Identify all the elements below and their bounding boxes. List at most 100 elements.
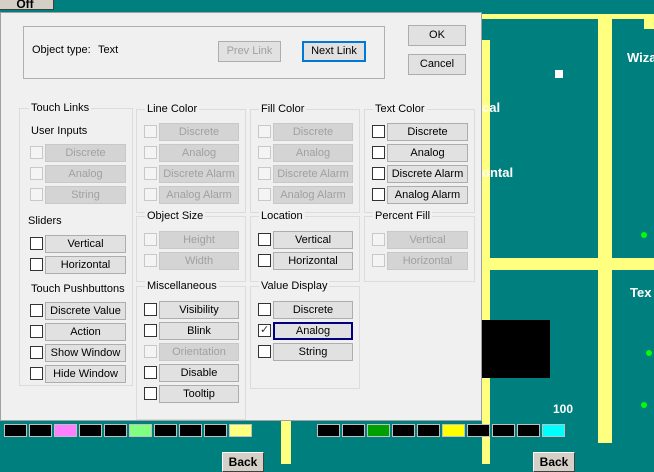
- miscellaneous-disable-checkbox[interactable]: [144, 366, 157, 379]
- touch-pushbuttons-hide-window-checkbox[interactable]: [30, 367, 43, 380]
- miscellaneous-disable-button[interactable]: Disable: [159, 364, 239, 382]
- off-button[interactable]: Off: [0, 0, 54, 11]
- touch-pushbuttons-action-button[interactable]: Action: [45, 323, 126, 341]
- touch-pushbuttons-discrete-value-checkbox[interactable]: [30, 304, 43, 317]
- line-color-analog-button: Analog: [159, 144, 239, 162]
- touch-pushbuttons-action-checkbox[interactable]: [30, 325, 43, 338]
- text-color-discrete-alarm-checkbox[interactable]: [372, 167, 385, 180]
- user-inputs-discrete-button: Discrete: [45, 144, 126, 162]
- group-title: Object Size: [145, 210, 206, 222]
- location-horizontal-button[interactable]: Horizontal: [273, 252, 353, 270]
- text-color-discrete-alarm-button[interactable]: Discrete Alarm: [387, 165, 468, 183]
- user-inputs-string-button: String: [45, 186, 126, 204]
- frame-line: [598, 19, 612, 443]
- object-size-height-button: Height: [159, 231, 239, 249]
- subgroup-title: User Inputs: [31, 125, 88, 137]
- value-display-analog-button[interactable]: Analog: [273, 322, 353, 340]
- value-display-analog-checkbox[interactable]: ✓: [258, 324, 271, 337]
- touch-pushbuttons-hide-window-button[interactable]: Hide Window: [45, 365, 126, 383]
- line-color-analog-alarm-button: Analog Alarm: [159, 186, 239, 204]
- group-title: Touch Links: [29, 102, 92, 114]
- touch-pushbuttons-show-window-button[interactable]: Show Window: [45, 344, 126, 362]
- cancel-button[interactable]: Cancel: [408, 54, 466, 75]
- percent-fill-vertical-checkbox: [372, 233, 385, 246]
- frame-line: [281, 420, 291, 464]
- miscellaneous-tooltip-checkbox[interactable]: [144, 387, 157, 400]
- color-swatch: [79, 424, 102, 437]
- object-info-box: Object type: Text Prev Link Next Link: [23, 26, 385, 79]
- next-link-button[interactable]: Next Link: [302, 41, 366, 62]
- group-title: Fill Color: [259, 103, 307, 115]
- color-swatch: [492, 424, 515, 437]
- back-button[interactable]: Back: [222, 452, 264, 472]
- text-color-analog-button[interactable]: Analog: [387, 144, 468, 162]
- miscellaneous-blink-button[interactable]: Blink: [159, 322, 239, 340]
- miscellaneous-visibility-button[interactable]: Visibility: [159, 301, 239, 319]
- panel-title: Wiza: [627, 50, 654, 65]
- color-swatch: [54, 424, 77, 437]
- text-color-discrete-checkbox[interactable]: [372, 125, 385, 138]
- back-button[interactable]: Back: [533, 452, 575, 472]
- text-color-analog-alarm-button[interactable]: Analog Alarm: [387, 186, 468, 204]
- miscellaneous-tooltip-button[interactable]: Tooltip: [159, 385, 239, 403]
- sliders-horizontal-checkbox[interactable]: [30, 258, 43, 271]
- group-title: Location: [259, 210, 305, 222]
- prev-link-button[interactable]: Prev Link: [218, 41, 281, 62]
- color-swatch: [467, 424, 490, 437]
- fill-color-discrete-alarm-button: Discrete Alarm: [273, 165, 353, 183]
- color-swatch: [542, 424, 565, 437]
- object-size-width-button: Width: [159, 252, 239, 270]
- location-horizontal-checkbox[interactable]: [258, 254, 271, 267]
- value-display-string-checkbox[interactable]: [258, 345, 271, 358]
- scale-value: 100: [553, 402, 574, 416]
- object-type-value: Text: [98, 44, 119, 56]
- checkbox-indicator: [555, 70, 563, 78]
- object-size-width-checkbox: [144, 254, 157, 267]
- miscellaneous-orientation-checkbox: [144, 345, 157, 358]
- text-color-discrete-button[interactable]: Discrete: [387, 123, 468, 141]
- label-text: cal: [482, 100, 501, 115]
- group-title: Value Display: [259, 280, 330, 292]
- line-color-discrete-alarm-checkbox: [144, 167, 157, 180]
- miscellaneous-visibility-checkbox[interactable]: [144, 303, 157, 316]
- animation-links-dialog: Object type: Text Prev Link Next Link OK…: [0, 12, 482, 421]
- color-swatch: [392, 424, 415, 437]
- color-swatch: [367, 424, 390, 437]
- color-swatch: [129, 424, 152, 437]
- color-swatch: [204, 424, 227, 437]
- location-vertical-button[interactable]: Vertical: [273, 231, 353, 249]
- user-inputs-discrete-checkbox: [30, 146, 43, 159]
- color-swatch: [342, 424, 365, 437]
- color-swatch: [154, 424, 177, 437]
- touch-pushbuttons-show-window-checkbox[interactable]: [30, 346, 43, 359]
- color-swatch: [179, 424, 202, 437]
- frame-line: [482, 258, 654, 270]
- object-size-height-checkbox: [144, 233, 157, 246]
- group-title: Miscellaneous: [145, 280, 219, 292]
- value-display-discrete-checkbox[interactable]: [258, 303, 271, 316]
- fill-color-analog-alarm-checkbox: [258, 188, 271, 201]
- sliders-vertical-button[interactable]: Vertical: [45, 235, 126, 253]
- text-color-analog-alarm-checkbox[interactable]: [372, 188, 385, 201]
- line-color-discrete-button: Discrete: [159, 123, 239, 141]
- fill-color-analog-alarm-button: Analog Alarm: [273, 186, 353, 204]
- sliders-vertical-checkbox[interactable]: [30, 237, 43, 250]
- percent-fill-horizontal-button: Horizontal: [387, 252, 468, 270]
- group-title: Line Color: [145, 103, 200, 115]
- panel-title: Tex: [630, 285, 652, 300]
- miscellaneous-blink-checkbox[interactable]: [144, 324, 157, 337]
- user-inputs-string-checkbox: [30, 188, 43, 201]
- user-inputs-analog-button: Analog: [45, 165, 126, 183]
- text-color-analog-checkbox[interactable]: [372, 146, 385, 159]
- value-display-string-button[interactable]: String: [273, 343, 353, 361]
- ok-button[interactable]: OK: [408, 25, 466, 46]
- value-display-discrete-button[interactable]: Discrete: [273, 301, 353, 319]
- user-inputs-analog-checkbox: [30, 167, 43, 180]
- group-title: Text Color: [373, 103, 427, 115]
- touch-pushbuttons-discrete-value-button[interactable]: Discrete Value: [45, 302, 126, 320]
- color-swatch: [442, 424, 465, 437]
- location-vertical-checkbox[interactable]: [258, 233, 271, 246]
- group-title: Percent Fill: [373, 210, 433, 222]
- fill-color-analog-button: Analog: [273, 144, 353, 162]
- sliders-horizontal-button[interactable]: Horizontal: [45, 256, 126, 274]
